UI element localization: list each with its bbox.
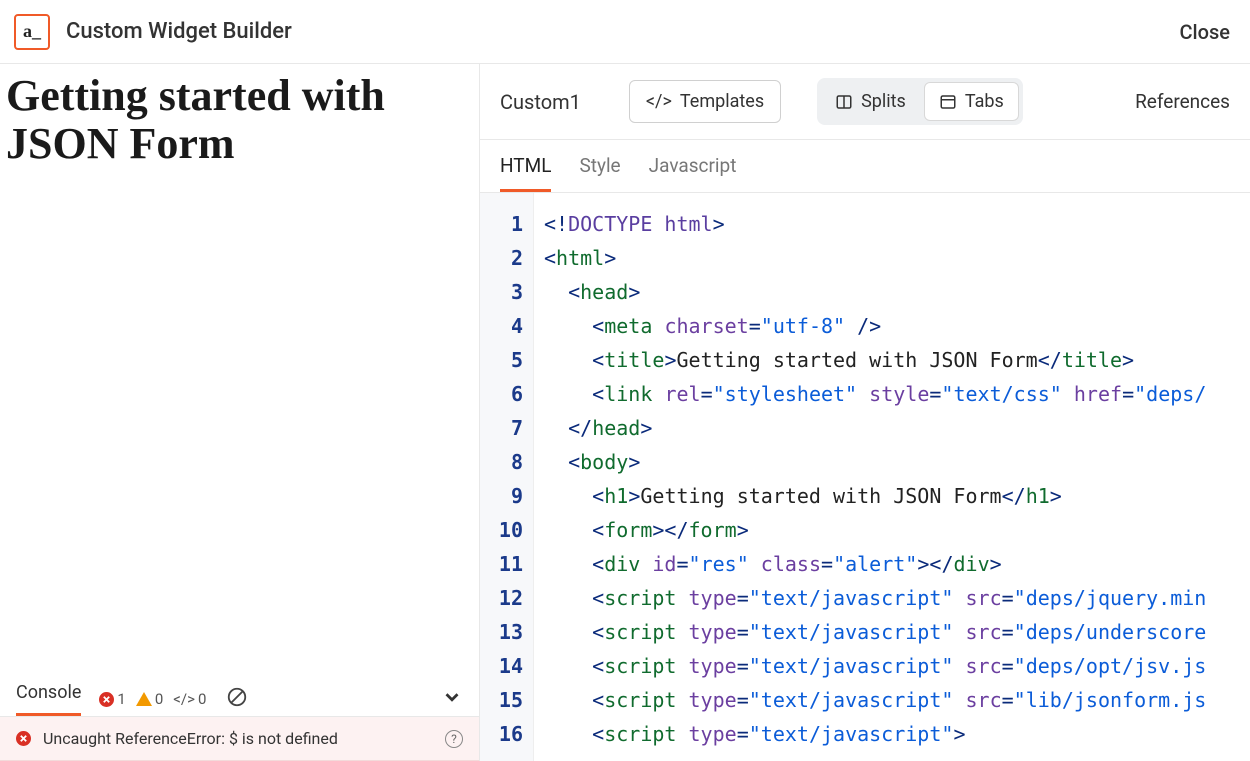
references-button[interactable]: References <box>1135 90 1230 113</box>
error-icon <box>16 731 31 746</box>
console-header: Console 1 0 </> 0 <box>0 672 479 716</box>
tab-html[interactable]: HTML <box>500 154 551 192</box>
help-icon[interactable] <box>445 730 463 748</box>
console-body: Uncaught ReferenceError: $ is not define… <box>0 716 479 761</box>
line-gutter: 12345678910111213141516 <box>480 193 534 761</box>
tag-count-badge[interactable]: </> 0 <box>173 690 206 708</box>
code-content[interactable]: <!DOCTYPE html><html> <head> <meta chars… <box>534 193 1250 761</box>
tab-style[interactable]: Style <box>579 154 620 192</box>
error-count-badge[interactable]: 1 <box>99 690 125 708</box>
console-tab[interactable]: Console <box>16 682 81 716</box>
console-error-message: Uncaught ReferenceError: $ is not define… <box>43 729 338 748</box>
view-mode-segmented: Splits Tabs <box>817 78 1023 125</box>
app-logo: a_ <box>14 14 50 50</box>
tag-count: 0 <box>198 690 206 708</box>
error-icon <box>99 692 114 707</box>
preview-heading: Getting started with JSON Form <box>6 72 473 169</box>
close-button[interactable]: Close <box>1179 20 1230 44</box>
code-icon: </> <box>173 690 195 708</box>
console-counts: 1 0 </> 0 <box>99 686 248 712</box>
editor-topbar: Custom1 </> Templates Splits Tabs Refere… <box>480 64 1250 140</box>
error-count: 1 <box>117 690 125 708</box>
console-error-row[interactable]: Uncaught ReferenceError: $ is not define… <box>0 717 479 761</box>
editor-subtabs: HTML Style Javascript <box>480 140 1250 193</box>
warn-count: 0 <box>155 690 163 708</box>
tabs-toggle[interactable]: Tabs <box>924 82 1019 121</box>
templates-button[interactable]: </> Templates <box>629 80 781 123</box>
splits-toggle[interactable]: Splits <box>821 82 920 121</box>
console-panel: Console 1 0 </> 0 <box>0 672 479 761</box>
right-pane: Custom1 </> Templates Splits Tabs Refere… <box>480 64 1250 761</box>
collapse-console-icon[interactable] <box>441 686 463 712</box>
warn-count-badge[interactable]: 0 <box>136 690 163 708</box>
widget-name[interactable]: Custom1 <box>500 90 581 114</box>
code-icon: </> <box>646 91 672 112</box>
app-header: a_ Custom Widget Builder Close <box>0 0 1250 64</box>
splits-label: Splits <box>861 91 906 112</box>
templates-label: Templates <box>680 91 764 112</box>
main-split: Getting started with JSON Form Console 1… <box>0 64 1250 761</box>
clear-console-icon[interactable] <box>226 686 248 712</box>
warning-icon <box>136 692 152 706</box>
left-pane: Getting started with JSON Form Console 1… <box>0 64 480 761</box>
app-logo-text: a_ <box>23 21 41 42</box>
preview-area: Getting started with JSON Form <box>0 64 479 672</box>
tab-javascript[interactable]: Javascript <box>649 154 737 192</box>
app-title: Custom Widget Builder <box>66 19 1179 44</box>
code-editor[interactable]: 12345678910111213141516 <!DOCTYPE html><… <box>480 193 1250 761</box>
tabs-label: Tabs <box>965 91 1004 112</box>
